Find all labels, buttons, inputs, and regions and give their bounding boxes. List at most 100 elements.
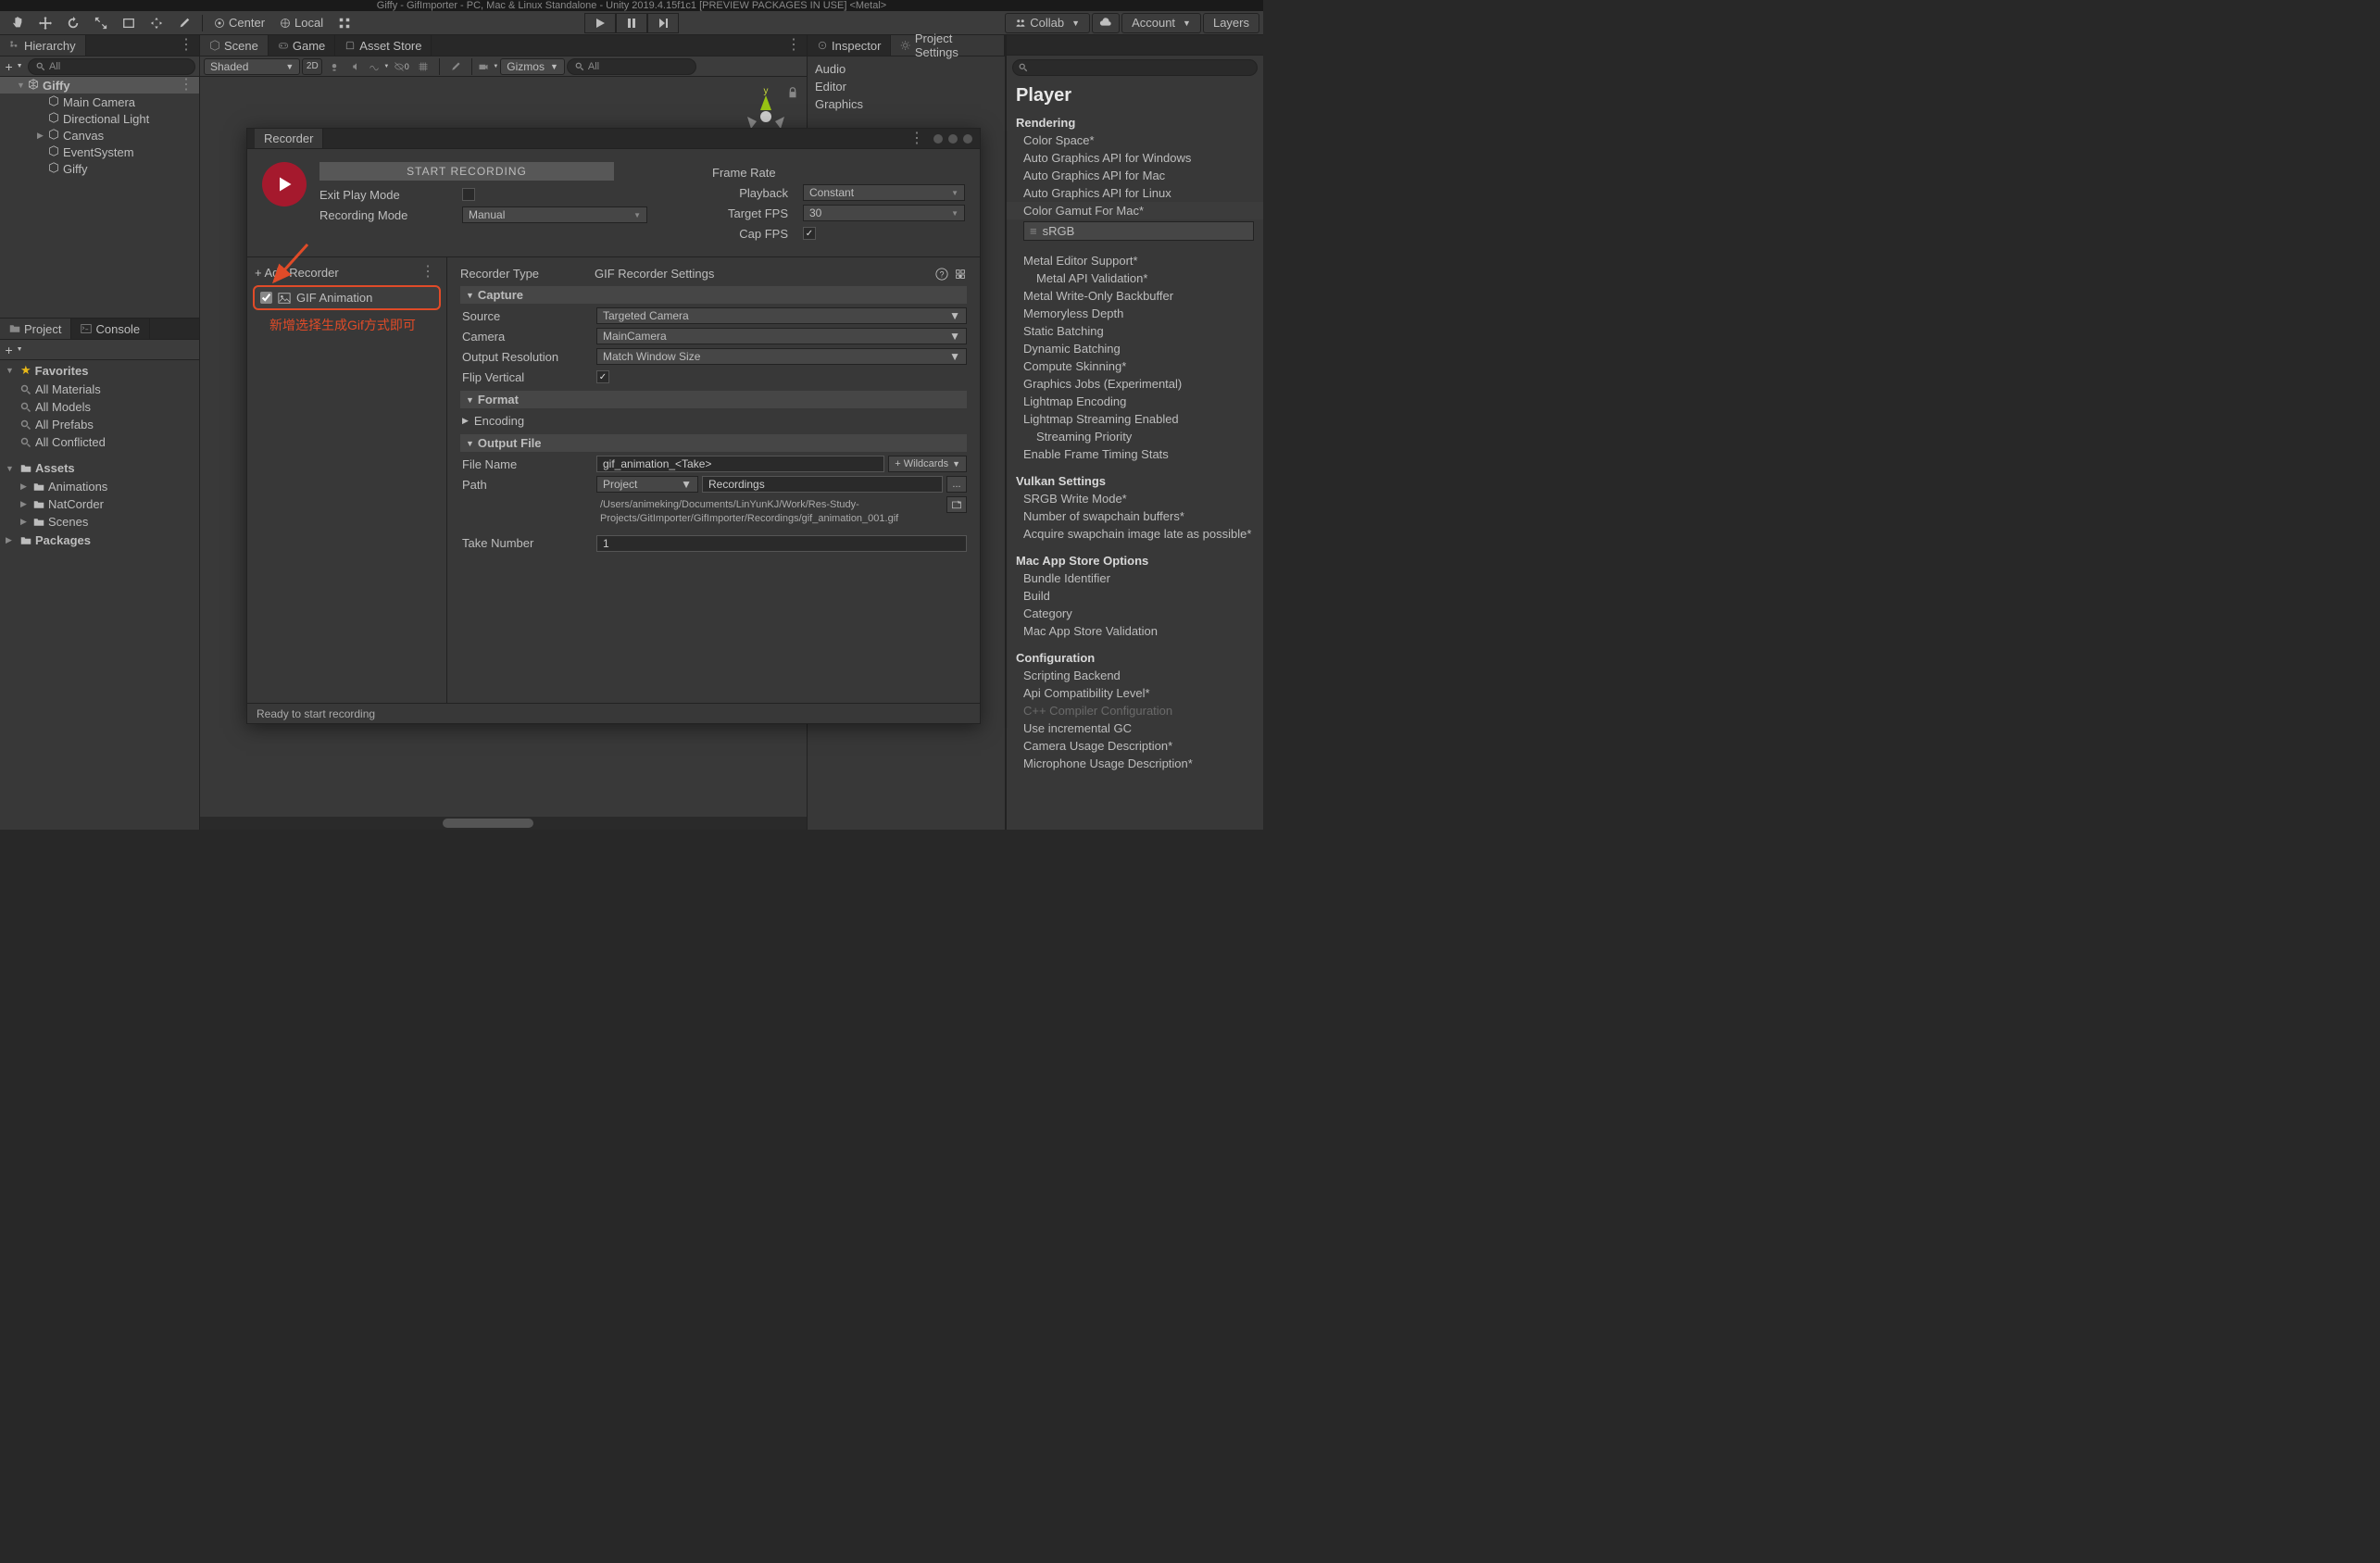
- maximize-icon[interactable]: [948, 134, 958, 144]
- hierarchy-item[interactable]: EventSystem: [0, 144, 199, 160]
- add-recorder-button[interactable]: + Add Recorder ⋮: [253, 263, 441, 285]
- encoding-foldout[interactable]: ▶Encoding: [460, 410, 967, 431]
- settings-row[interactable]: Api Compatibility Level*: [1007, 684, 1263, 702]
- favorite-search-item[interactable]: All Materials: [0, 381, 199, 398]
- minimize-icon[interactable]: [933, 134, 943, 144]
- exit-play-checkbox[interactable]: [462, 188, 475, 201]
- settings-row[interactable]: Enable Frame Timing Stats: [1007, 445, 1263, 463]
- file-name-input[interactable]: gif_animation_<Take>: [596, 456, 884, 472]
- play-button[interactable]: [584, 13, 616, 33]
- start-recording-button[interactable]: START RECORDING: [319, 162, 614, 181]
- recorder-list-options-icon[interactable]: ⋮: [420, 265, 435, 280]
- rotate-tool-icon[interactable]: [59, 13, 87, 33]
- recorder-item-checkbox[interactable]: [260, 292, 272, 304]
- tool-settings-icon[interactable]: [445, 58, 466, 75]
- close-icon[interactable]: [963, 134, 972, 144]
- settings-row[interactable]: Category: [1007, 605, 1263, 622]
- target-fps-dropdown[interactable]: 30▼: [803, 205, 965, 221]
- path-root-dropdown[interactable]: Project▼: [596, 476, 698, 493]
- scene-search[interactable]: All: [567, 58, 696, 75]
- path-sub-input[interactable]: Recordings: [702, 476, 943, 493]
- recorder-list-item-gif[interactable]: GIF Animation: [253, 285, 441, 310]
- tab-asset-store[interactable]: Asset Store: [335, 35, 432, 56]
- settings-row[interactable]: Lightmap Streaming Enabled: [1007, 410, 1263, 428]
- recorder-options-icon[interactable]: ⋮: [909, 131, 924, 146]
- project-create-button[interactable]: +▼: [4, 342, 24, 358]
- settings-row[interactable]: Build: [1007, 587, 1263, 605]
- hierarchy-search[interactable]: All: [28, 58, 195, 75]
- packages-header[interactable]: ▶ Packages: [0, 531, 199, 550]
- scene-panel-options-icon[interactable]: ⋮: [786, 38, 801, 53]
- settings-row[interactable]: Metal Editor Support*: [1007, 252, 1263, 269]
- settings-row[interactable]: Color Space*: [1007, 131, 1263, 149]
- flip-vertical-checkbox[interactable]: [596, 370, 609, 383]
- settings-row[interactable]: Mac App Store Validation: [1007, 622, 1263, 640]
- expand-arrow-icon[interactable]: ▼: [17, 81, 28, 90]
- layers-dropdown[interactable]: Layers: [1203, 13, 1259, 33]
- pause-button[interactable]: [616, 13, 647, 33]
- cloud-button-icon[interactable]: [1092, 13, 1120, 33]
- capture-foldout[interactable]: ▼Capture: [460, 286, 967, 304]
- settings-row[interactable]: Auto Graphics API for Windows: [1007, 149, 1263, 167]
- rect-tool-icon[interactable]: [115, 13, 143, 33]
- scene-options-icon[interactable]: ⋮: [179, 78, 194, 93]
- camera-dropdown[interactable]: MainCamera▼: [596, 328, 967, 344]
- take-number-input[interactable]: 1: [596, 535, 967, 552]
- playback-dropdown[interactable]: Constant▼: [803, 184, 965, 201]
- settings-row[interactable]: Acquire swapchain image late as possible…: [1007, 525, 1263, 543]
- snap-tool-icon[interactable]: [331, 13, 358, 33]
- settings-category-item[interactable]: Audio: [808, 60, 1005, 78]
- grid-icon[interactable]: [413, 58, 433, 75]
- settings-category-item[interactable]: Editor: [808, 78, 1005, 95]
- settings-row[interactable]: Metal Write-Only Backbuffer: [1007, 287, 1263, 305]
- step-button[interactable]: [647, 13, 679, 33]
- lighting-toggle-icon[interactable]: [324, 58, 344, 75]
- settings-row[interactable]: Metal API Validation*: [1007, 269, 1263, 287]
- settings-row[interactable]: Scripting Backend: [1007, 667, 1263, 684]
- hierarchy-create-button[interactable]: +▼: [4, 58, 24, 75]
- hierarchy-item[interactable]: Main Camera: [0, 94, 199, 110]
- expand-arrow-icon[interactable]: ▶: [20, 517, 30, 527]
- settings-row[interactable]: Streaming Priority: [1007, 428, 1263, 445]
- settings-row[interactable]: Compute Skinning*: [1007, 357, 1263, 375]
- shading-mode-dropdown[interactable]: Shaded▼: [204, 58, 300, 75]
- settings-row[interactable]: Microphone Usage Description*: [1007, 755, 1263, 772]
- hierarchy-item[interactable]: Directional Light: [0, 110, 199, 127]
- tab-console[interactable]: Console: [71, 319, 150, 339]
- source-dropdown[interactable]: Targeted Camera▼: [596, 307, 967, 324]
- settings-row[interactable]: Camera Usage Description*: [1007, 737, 1263, 755]
- settings-row[interactable]: Static Batching: [1007, 322, 1263, 340]
- tab-game[interactable]: Game: [269, 35, 335, 56]
- hand-tool-icon[interactable]: [4, 13, 31, 33]
- settings-row[interactable]: SRGB Write Mode*: [1007, 490, 1263, 507]
- browse-path-button[interactable]: ...: [946, 476, 967, 493]
- settings-row[interactable]: Number of swapchain buffers*: [1007, 507, 1263, 525]
- tab-project-settings[interactable]: Project Settings: [891, 35, 1005, 56]
- lock-icon[interactable]: [786, 86, 799, 99]
- record-play-button[interactable]: [262, 162, 307, 206]
- expand-arrow-icon[interactable]: ▶: [20, 499, 30, 509]
- scene-header-row[interactable]: ▼ Giffy ⋮: [0, 77, 199, 94]
- tab-hierarchy[interactable]: Hierarchy: [0, 35, 86, 56]
- favorite-search-item[interactable]: All Prefabs: [0, 416, 199, 433]
- settings-row[interactable]: Memoryless Depth: [1007, 305, 1263, 322]
- favorite-search-item[interactable]: All Models: [0, 398, 199, 416]
- local-global-toggle[interactable]: Local: [272, 13, 331, 33]
- tab-project[interactable]: Project: [0, 319, 71, 339]
- tab-scene[interactable]: Scene: [200, 35, 269, 56]
- camera-icon[interactable]: ▼: [478, 58, 498, 75]
- tab-recorder[interactable]: Recorder: [255, 129, 323, 148]
- favorite-search-item[interactable]: All Conflicted: [0, 433, 199, 451]
- hierarchy-options-icon[interactable]: ⋮: [179, 38, 194, 53]
- custom-tool-icon[interactable]: [170, 13, 198, 33]
- settings-category-item[interactable]: Graphics: [808, 95, 1005, 113]
- favorites-header[interactable]: ▼★Favorites: [0, 360, 199, 381]
- recording-mode-dropdown[interactable]: Manual▼: [462, 206, 647, 223]
- mode-2d-toggle[interactable]: 2D: [302, 58, 322, 75]
- expand-arrow-icon[interactable]: ▶: [20, 481, 30, 492]
- transform-tool-icon[interactable]: [143, 13, 170, 33]
- assets-header[interactable]: ▼ Assets: [0, 458, 199, 478]
- wildcards-button[interactable]: + Wildcards▼: [888, 456, 967, 472]
- audio-toggle-icon[interactable]: [346, 58, 367, 75]
- format-foldout[interactable]: ▼Format: [460, 391, 967, 408]
